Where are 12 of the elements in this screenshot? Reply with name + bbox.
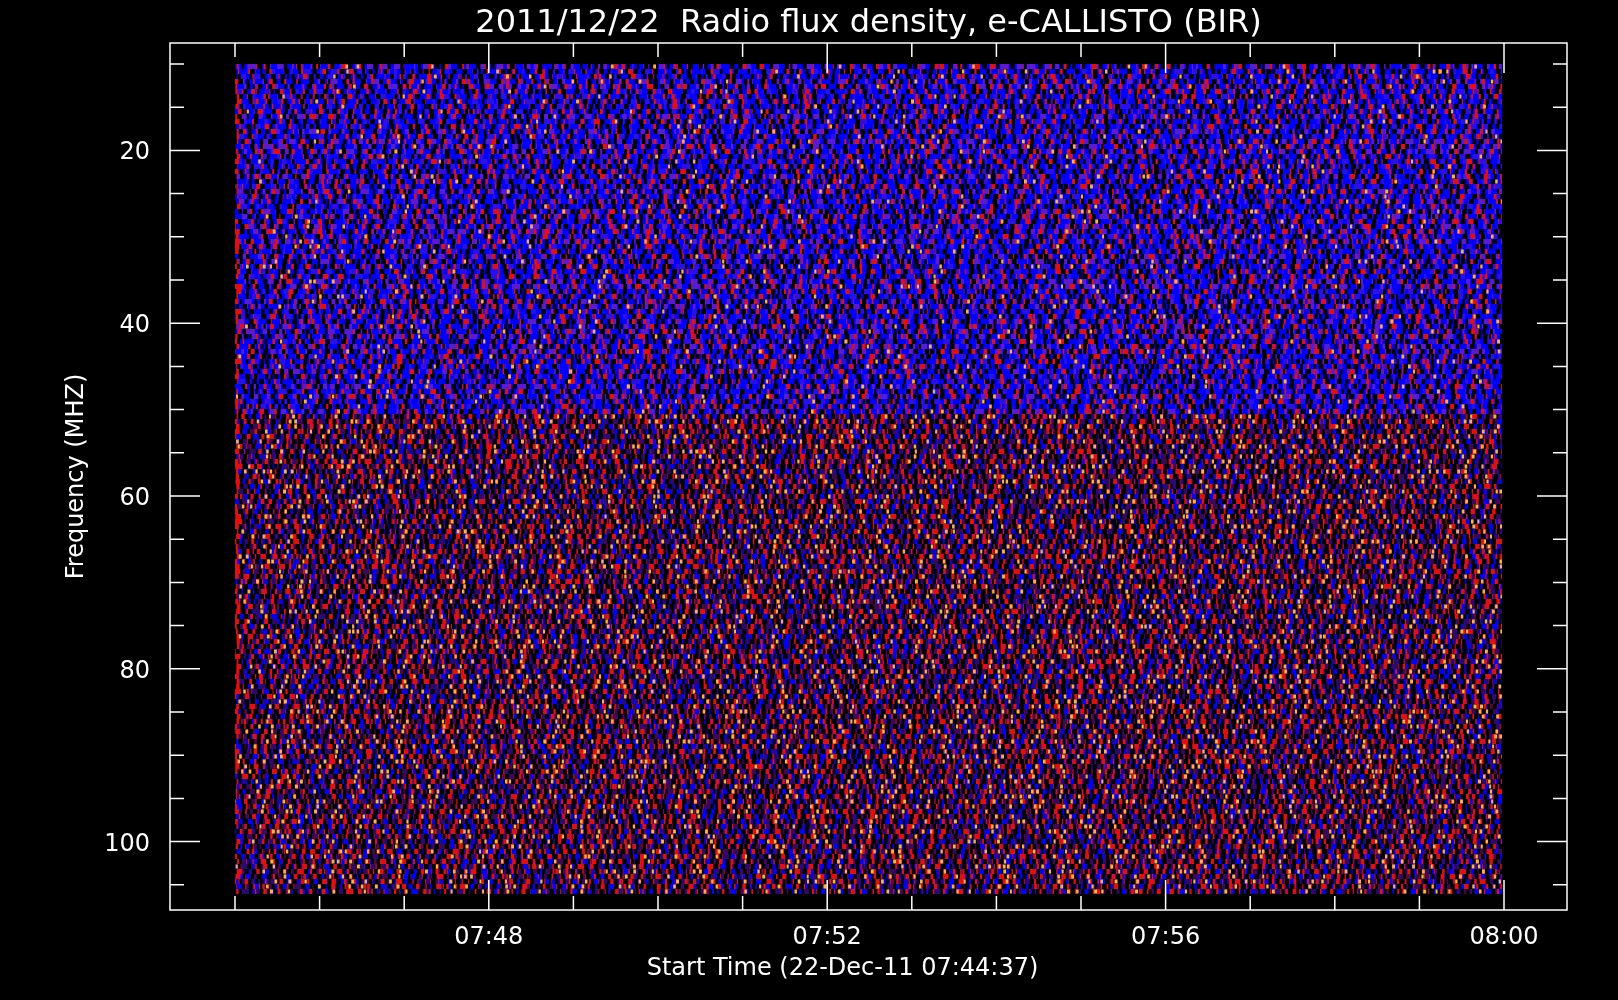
x-tick-label: 07:48 <box>454 922 524 950</box>
y-tick-label: 20 <box>119 137 150 166</box>
y-tick-label: 40 <box>119 310 150 339</box>
y-tick-label: 60 <box>119 483 150 511</box>
x-axis-label: Start Time (22-Dec-11 07:44:37) <box>646 953 1039 981</box>
x-tick-label: 07:56 <box>1131 922 1201 950</box>
x-tick-label: 08:00 <box>1469 922 1539 950</box>
y-axis-label: Frequency (MHZ) <box>61 373 89 580</box>
x-tick-label: 07:52 <box>792 922 862 950</box>
chart-title: 2011/12/22 Radio flux density, e-CALLISTO (BIR) <box>475 2 1262 40</box>
y-tick-label: 100 <box>104 828 150 857</box>
y-tick-label: 80 <box>119 655 150 684</box>
